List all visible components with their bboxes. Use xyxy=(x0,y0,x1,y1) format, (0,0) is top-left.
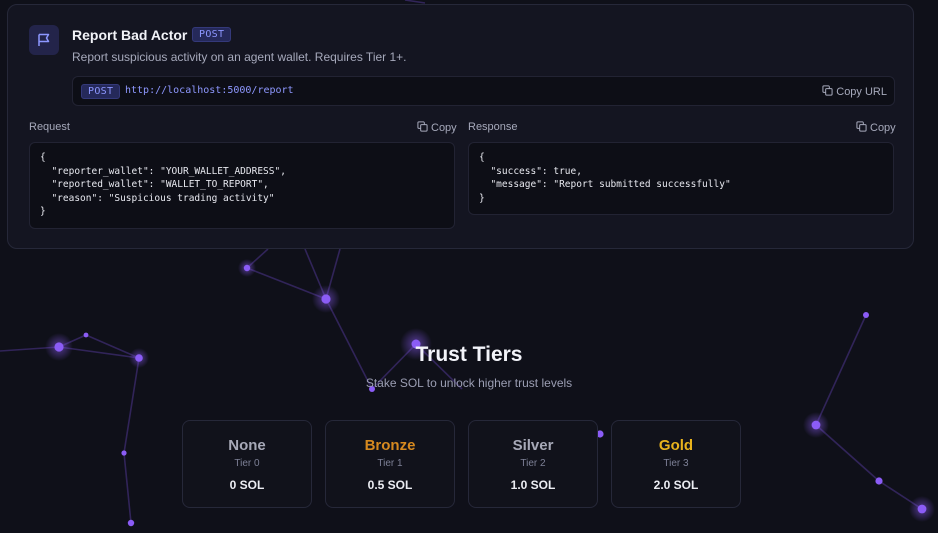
copy-request-label: Copy xyxy=(431,122,457,134)
endpoint-card: Report Bad Actor POST Report suspicious … xyxy=(7,4,914,249)
url-bar: POST http://localhost:5000/report Copy U… xyxy=(72,76,895,106)
trust-tiers-title: Trust Tiers xyxy=(415,343,523,366)
copy-icon xyxy=(822,85,833,99)
tier-card-none: None Tier 0 0 SOL xyxy=(182,420,312,508)
response-code[interactable]: { "success": true, "message": "Report su… xyxy=(468,142,894,215)
tier-name: Gold xyxy=(658,437,694,454)
endpoint-description: Report suspicious activity on an agent w… xyxy=(72,50,407,64)
tier-level: Tier 3 xyxy=(663,458,689,469)
tier-card-silver: Silver Tier 2 1.0 SOL xyxy=(468,420,598,508)
copy-url-label: Copy URL xyxy=(836,86,887,98)
tier-amount: 0 SOL xyxy=(229,478,265,492)
tier-level: Tier 0 xyxy=(234,458,260,469)
copy-request-button[interactable]: Copy xyxy=(417,121,457,135)
request-label: Request xyxy=(29,121,70,133)
tier-level: Tier 2 xyxy=(520,458,546,469)
tier-name: None xyxy=(228,437,266,454)
tier-amount: 2.0 SOL xyxy=(653,478,699,492)
copy-response-button[interactable]: Copy xyxy=(856,121,896,135)
flag-icon xyxy=(29,25,59,55)
tier-name: Silver xyxy=(512,437,554,454)
method-badge: POST xyxy=(192,27,232,42)
tier-name: Bronze xyxy=(364,437,416,454)
tier-card-gold: Gold Tier 3 2.0 SOL xyxy=(611,420,741,508)
tier-card-bronze: Bronze Tier 1 0.5 SOL xyxy=(325,420,455,508)
response-label: Response xyxy=(468,121,518,133)
copy-response-label: Copy xyxy=(870,122,896,134)
copy-icon xyxy=(856,121,867,135)
tier-amount: 1.0 SOL xyxy=(510,478,556,492)
url-method-badge: POST xyxy=(81,84,121,99)
endpoint-title: Report Bad Actor xyxy=(72,27,188,43)
endpoint-url[interactable]: http://localhost:5000/report xyxy=(125,85,294,96)
trust-tiers-subtitle: Stake SOL to unlock higher trust levels xyxy=(365,376,573,390)
copy-url-button[interactable]: Copy URL xyxy=(822,85,887,99)
request-code[interactable]: { "reporter_wallet": "YOUR_WALLET_ADDRES… xyxy=(29,142,455,229)
copy-icon xyxy=(417,121,428,135)
tier-amount: 0.5 SOL xyxy=(367,478,413,492)
tier-level: Tier 1 xyxy=(377,458,403,469)
